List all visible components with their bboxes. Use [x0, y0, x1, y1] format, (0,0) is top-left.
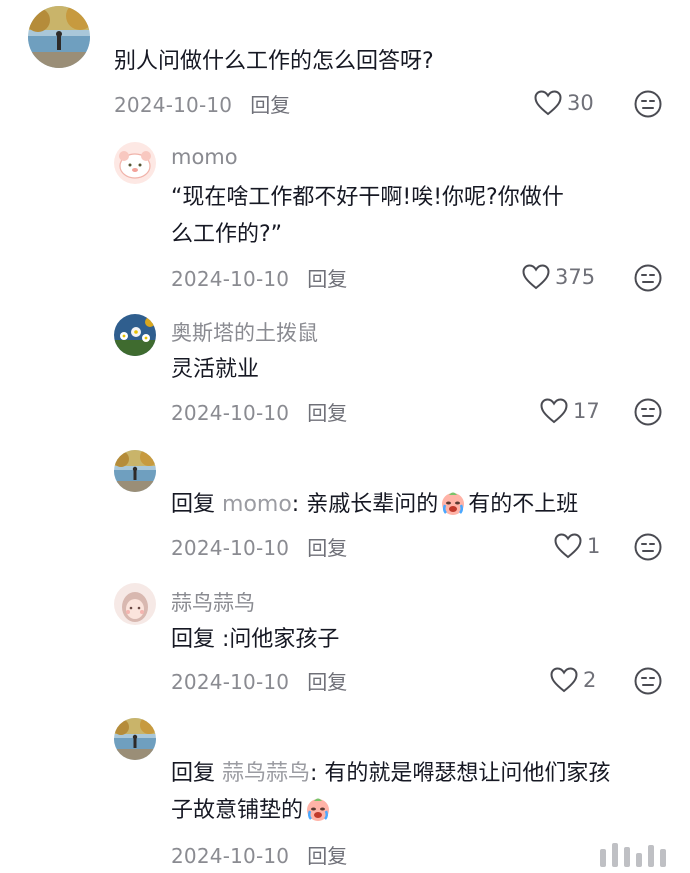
comment-text-part: : 亲戚长辈问的 — [291, 492, 439, 517]
avatar-lake-image — [114, 718, 156, 760]
comment-text-part: 有的不上班 — [468, 492, 579, 517]
comment-text-line: “现在啥工作都不好干啊!唉!你呢?你做什 — [171, 185, 564, 210]
reply-button[interactable]: 回复 — [307, 670, 347, 694]
avatar[interactable] — [114, 142, 156, 184]
avatar[interactable] — [28, 6, 90, 68]
username[interactable]: momo — [171, 145, 238, 169]
like-count: 30 — [567, 91, 594, 115]
reply-button[interactable]: 回复 — [307, 401, 347, 425]
comment-date: 2024-10-10 — [171, 670, 290, 694]
comment-meta: 2024-10-10 回复 — [171, 532, 347, 561]
dislike-button[interactable] — [634, 533, 662, 561]
meh-face-icon — [634, 398, 662, 426]
like-button[interactable]: 2 — [550, 667, 596, 693]
like-button[interactable]: 30 — [534, 90, 594, 116]
comment-meta: 2024-10-10 回复 — [171, 666, 347, 695]
comment-text: 别人问做什么工作的怎么回答呀? — [114, 49, 434, 74]
username[interactable]: 蒜鸟蒜鸟 — [171, 587, 255, 617]
mention-link[interactable]: momo — [222, 492, 292, 517]
username[interactable]: 奥斯塔的土拨鼠 — [171, 317, 318, 347]
comment-text: 回复 momo: 亲戚长辈问的 有的不上班 — [171, 486, 578, 523]
heart-outline-icon — [540, 398, 568, 424]
heart-outline-icon — [550, 667, 578, 693]
like-count: 17 — [573, 399, 600, 423]
comment-meta: 2024-10-10 回复 — [114, 89, 290, 118]
comment-text-part: : 有的就是嘚瑟想让问他们家孩 — [310, 761, 611, 786]
comment-text-part: 子故意铺垫的 — [171, 798, 304, 823]
comment-date: 2024-10-10 — [171, 401, 290, 425]
watermark-logo — [600, 843, 666, 867]
reply-button[interactable]: 回复 — [307, 267, 347, 291]
comment-date: 2024-10-10 — [171, 536, 290, 560]
comment-text-line: 回复 蒜鸟蒜鸟: 有的就是嘚瑟想让问他们家孩 — [171, 755, 610, 792]
meh-face-icon — [634, 90, 662, 118]
reply-prefix: 回复 — [171, 761, 216, 786]
avatar[interactable] — [114, 718, 156, 760]
avatar-pink-cartoon-image — [114, 142, 156, 184]
meh-face-icon — [634, 533, 662, 561]
like-count: 1 — [587, 534, 601, 558]
avatar[interactable] — [114, 450, 156, 492]
avatar[interactable] — [114, 583, 156, 625]
reply-prefix: 回复 — [171, 492, 216, 517]
heart-outline-icon — [522, 264, 550, 290]
crying-face-emoji — [305, 796, 331, 822]
mention-link[interactable]: 蒜鸟蒜鸟 — [222, 761, 310, 786]
reply-button[interactable]: 回复 — [250, 93, 290, 117]
comment-text: 回复 :问他家孩子 — [171, 627, 340, 652]
meh-face-icon — [634, 667, 662, 695]
dislike-button[interactable] — [634, 398, 662, 426]
like-button[interactable]: 1 — [554, 533, 600, 559]
meh-face-icon — [634, 264, 662, 292]
like-button[interactable]: 17 — [540, 398, 600, 424]
heart-outline-icon — [534, 90, 562, 116]
like-count: 2 — [583, 668, 597, 692]
comment-text: 灵活就业 — [171, 357, 260, 382]
avatar-flowers-image — [114, 314, 156, 356]
like-button[interactable]: 375 — [522, 264, 595, 290]
comment-meta: 2024-10-10 回复 — [171, 397, 347, 426]
dislike-button[interactable] — [634, 264, 662, 292]
heart-outline-icon — [554, 533, 582, 559]
comment-text-line: 子故意铺垫的 — [171, 792, 333, 829]
avatar-girl-illustration-image — [114, 583, 156, 625]
dislike-button[interactable] — [634, 90, 662, 118]
comment-date: 2024-10-10 — [171, 267, 290, 291]
comment-date: 2024-10-10 — [114, 93, 233, 117]
avatar-lake-image — [114, 450, 156, 492]
reply-button[interactable]: 回复 — [307, 844, 347, 868]
avatar[interactable] — [114, 314, 156, 356]
comment-meta: 2024-10-10 回复 — [171, 840, 347, 869]
comment-text-line: 么工作的?” — [171, 222, 283, 247]
comment-date: 2024-10-10 — [171, 844, 290, 868]
crying-face-emoji — [440, 490, 466, 516]
comment-meta: 2024-10-10 回复 — [171, 263, 347, 292]
like-count: 375 — [555, 265, 596, 289]
reply-button[interactable]: 回复 — [307, 536, 347, 560]
dislike-button[interactable] — [634, 667, 662, 695]
avatar-lake-image — [28, 6, 90, 68]
